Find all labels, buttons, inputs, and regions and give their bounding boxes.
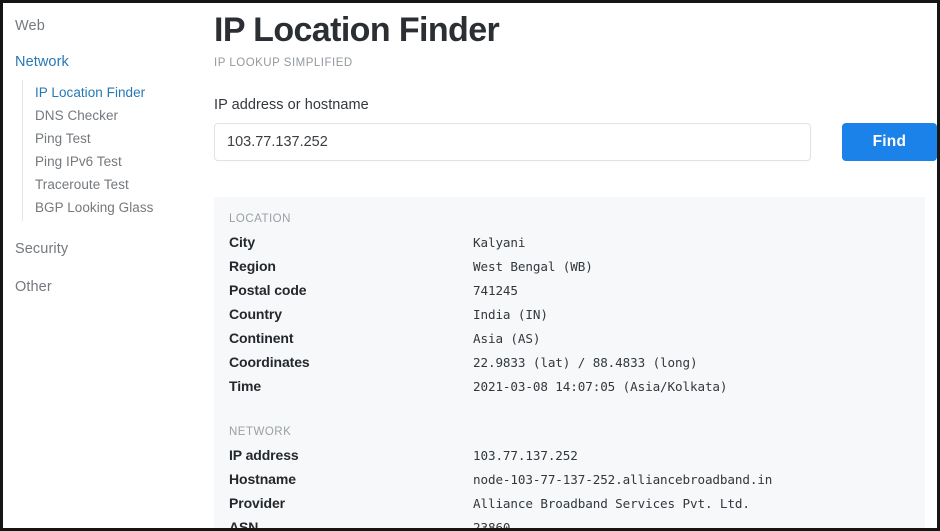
location-section: LOCATION City Kalyani Region West Bengal (W… <box>229 213 925 402</box>
detail-label-country: Country <box>229 306 282 322</box>
detail-value-ip-address: 103.77.137.252 <box>473 448 578 463</box>
sidebar-item-traceroute-test[interactable]: Traceroute Test <box>23 173 202 196</box>
detail-value-hostname: node-103-77-137-252.alliancebroadband.in <box>473 472 773 487</box>
detail-value-provider: Alliance Broadband Services Pvt. Ltd. <box>473 496 750 511</box>
sidebar-item-bgp-looking-glass[interactable]: BGP Looking Glass <box>23 196 202 219</box>
detail-row: Provider Alliance Broadband Services Pvt.… <box>229 495 925 519</box>
detail-label-continent: Continent <box>229 330 294 346</box>
detail-value-continent: Asia (AS) <box>473 331 541 346</box>
main-content: IP Location Finder IP LOOKUP SIMPLIFIED … <box>202 3 937 528</box>
ip-address-input[interactable] <box>214 123 811 161</box>
network-section-label: NETWORK <box>229 426 292 438</box>
detail-value-country: India (IN) <box>473 307 548 322</box>
network-section: NETWORK IP address 103.77.137.252 Hostname… <box>229 426 925 528</box>
page-subtitle: IP LOOKUP SIMPLIFIED <box>214 57 353 69</box>
detail-label-region: Region <box>229 258 276 274</box>
sidebar-item-other[interactable]: Other <box>3 278 202 296</box>
sidebar-item-security[interactable]: Security <box>3 240 202 258</box>
detail-label-time: Time <box>229 378 262 394</box>
detail-value-city: Kalyani <box>473 235 526 250</box>
network-rows: IP address 103.77.137.252 Hostname node-103… <box>229 447 925 528</box>
sidebar-navigation: Web Network IP Location Finder DNS Checker… <box>3 3 202 528</box>
ip-input-label: IP address or hostname <box>214 97 369 113</box>
location-rows: City Kalyani Region West Bengal (WB) Postal … <box>229 234 925 402</box>
sidebar-item-ip-location-finder[interactable]: IP Location Finder <box>23 81 202 104</box>
detail-row: ASN 23860 <box>229 519 925 528</box>
sidebar-bottom-section: Security Other <box>3 240 202 296</box>
sidebar-item-network[interactable]: Network <box>3 53 202 71</box>
detail-row: Coordinates 22.9833 (lat) / 88.4833 (long… <box>229 354 925 378</box>
page-title: IP Location Finder <box>214 11 500 49</box>
results-panel: LOCATION City Kalyani Region West Bengal (W… <box>214 197 925 528</box>
sidebar-item-ping-ipv6-test[interactable]: Ping IPv6 Test <box>23 150 202 173</box>
sidebar-item-dns-checker[interactable]: DNS Checker <box>23 104 202 127</box>
sidebar-top-section: Web <box>3 17 202 35</box>
sidebar-item-web[interactable]: Web <box>3 17 202 35</box>
detail-label-postal-code: Postal code <box>229 282 307 298</box>
detail-row: Time 2021-03-08 14:07:05 (Asia/Kolkata) <box>229 378 925 402</box>
detail-row: Hostname node-103-77-137-252.alliancebroa… <box>229 471 925 495</box>
browser-viewport: Web Network IP Location Finder DNS Checker… <box>0 0 940 531</box>
detail-label-hostname: Hostname <box>229 471 296 487</box>
detail-label-ip-address: IP address <box>229 447 299 463</box>
detail-row: Country India (IN) <box>229 306 925 330</box>
detail-value-coordinates: 22.9833 (lat) / 88.4833 (long) <box>473 355 698 370</box>
search-row: Find <box>214 123 937 161</box>
detail-value-region: West Bengal (WB) <box>473 259 593 274</box>
detail-label-city: City <box>229 234 256 250</box>
detail-row: Region West Bengal (WB) <box>229 258 925 282</box>
detail-value-postal-code: 741245 <box>473 283 518 298</box>
detail-row: Continent Asia (AS) <box>229 330 925 354</box>
sidebar-subitem-list: IP Location Finder DNS Checker Ping Test Pi… <box>22 80 202 221</box>
find-button[interactable]: Find <box>841 123 937 161</box>
location-section-label: LOCATION <box>229 213 291 225</box>
sidebar-item-ping-test[interactable]: Ping Test <box>23 127 202 150</box>
detail-value-asn: 23860 <box>473 520 511 528</box>
detail-row: City Kalyani <box>229 234 925 258</box>
detail-row: Postal code 741245 <box>229 282 925 306</box>
sidebar-network-group: Network IP Location Finder DNS Checker Ping… <box>3 53 202 221</box>
detail-label-provider: Provider <box>229 495 285 511</box>
detail-row: IP address 103.77.137.252 <box>229 447 925 471</box>
detail-value-time: 2021-03-08 14:07:05 (Asia/Kolkata) <box>473 379 728 394</box>
detail-label-asn: ASN <box>229 519 259 528</box>
page-frame: Web Network IP Location Finder DNS Checker… <box>3 3 937 528</box>
detail-label-coordinates: Coordinates <box>229 354 310 370</box>
